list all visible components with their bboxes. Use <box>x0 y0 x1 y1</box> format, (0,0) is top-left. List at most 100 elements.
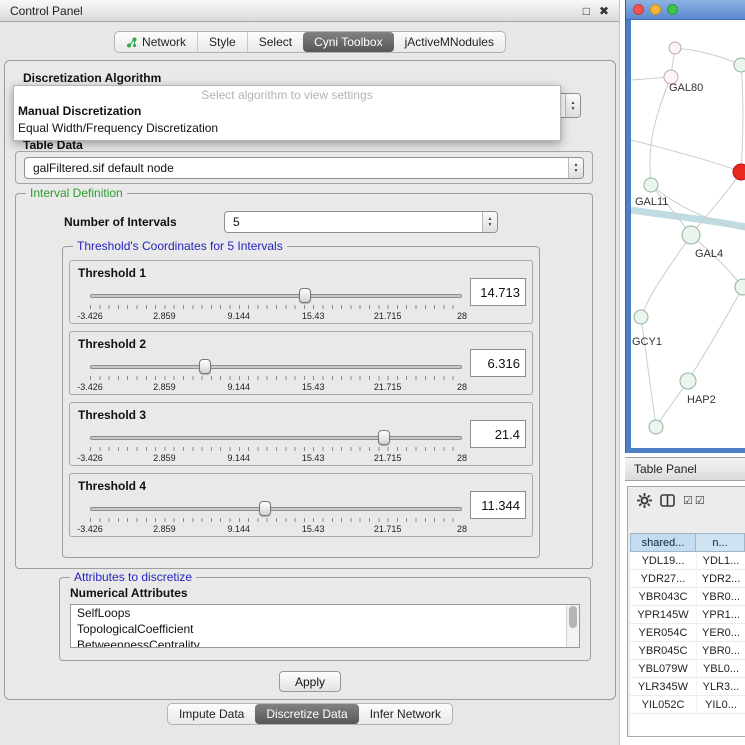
attributes-scrollbar[interactable] <box>566 605 579 647</box>
tab-label: Network <box>142 35 186 49</box>
stepper-icon: ▲ ▼ <box>482 212 497 232</box>
attribute-list-item[interactable]: SelfLoops <box>71 605 579 621</box>
tab-label: Discretize Data <box>266 707 347 721</box>
control-panel-titlebar[interactable]: Control Panel □ ✖ <box>0 0 619 22</box>
threshold-value-field[interactable]: 21.4 <box>470 420 526 448</box>
slider-tick-labels: -3.4262.8599.14415.4321.71528 <box>90 382 462 392</box>
network-tab-icon <box>126 37 137 48</box>
slider-tick-labels: -3.4262.8599.14415.4321.71528 <box>90 311 462 321</box>
table-row[interactable]: YBR043CYBR0... <box>630 588 745 606</box>
tab-discretize-data[interactable]: Discretize Data <box>255 704 358 724</box>
threshold-value-field[interactable]: 14.713 <box>470 278 526 306</box>
slider-track[interactable] <box>90 365 462 369</box>
network-canvas[interactable]: GAL80GAL11GAL4GCY1HAP2 <box>631 20 745 448</box>
num-intervals-select[interactable]: 5 ▲ ▼ <box>224 211 498 233</box>
select-checkboxes-icon[interactable]: ☑☑ <box>683 494 707 507</box>
tab-select[interactable]: Select <box>247 32 303 52</box>
slider-track[interactable] <box>90 294 462 298</box>
table-row[interactable]: YDL19...YDL1... <box>630 552 745 570</box>
dropdown-option[interactable]: Equal Width/Frequency Discretization <box>14 120 560 137</box>
slider-tick-labels: -3.4262.8599.14415.4321.71528 <box>90 453 462 463</box>
slider-tick-marks <box>90 305 462 309</box>
tick-label: 21.715 <box>374 524 402 534</box>
slider-track[interactable] <box>90 436 462 440</box>
tab-cyni-toolbox[interactable]: Cyni Toolbox <box>303 32 393 52</box>
tab-impute-data[interactable]: Impute Data <box>168 704 255 724</box>
node-label: GAL80 <box>669 82 703 94</box>
table-toolbar: ☑☑ <box>628 487 745 513</box>
stepper-down-icon: ▼ <box>571 106 576 112</box>
network-node <box>644 178 658 192</box>
close-window-icon[interactable]: ✖ <box>599 5 609 17</box>
tick-label: 15.43 <box>302 524 325 534</box>
tick-label: 2.859 <box>153 524 176 534</box>
tick-label: -3.426 <box>77 382 103 392</box>
table-row[interactable]: YBR045CYBR0... <box>630 642 745 660</box>
table-cell: YLR345W <box>630 678 696 695</box>
scrollbar-thumb[interactable] <box>569 606 577 628</box>
threshold-value-field[interactable]: 6.316 <box>470 349 526 377</box>
tick-label: 21.715 <box>374 453 402 463</box>
window-title: Control Panel <box>10 4 83 18</box>
apply-button[interactable]: Apply <box>279 671 341 692</box>
slider-track[interactable] <box>90 507 462 511</box>
table-panel-header[interactable]: Table Panel <box>625 457 745 481</box>
slider-thumb[interactable] <box>378 430 390 445</box>
threshold-value-field[interactable]: 11.344 <box>470 491 526 519</box>
tick-label: -3.426 <box>77 453 103 463</box>
tab-network[interactable]: Network <box>115 32 197 52</box>
table-row[interactable]: YPR145WYPR1... <box>630 606 745 624</box>
column-header[interactable]: shared... <box>630 533 696 552</box>
network-node <box>735 279 745 295</box>
float-window-icon[interactable]: □ <box>583 5 590 17</box>
stepper-icon: ▲ ▼ <box>565 94 580 117</box>
algorithm-group-title: Discretization Algorithm <box>23 71 161 85</box>
dropdown-placeholder: Select algorithm to view settings <box>14 86 560 103</box>
top-tab-bar: Network StyleSelectCyni ToolboxjActiveMNo… <box>114 31 506 53</box>
network-node <box>649 420 663 434</box>
table-body: YDL19...YDL1...YDR27...YDR2...YBR043CYBR… <box>630 552 745 736</box>
columns-icon[interactable] <box>660 494 675 507</box>
gear-icon[interactable] <box>637 493 652 508</box>
tab-style[interactable]: Style <box>197 32 247 52</box>
network-node <box>634 310 648 324</box>
slider-thumb[interactable] <box>199 359 211 374</box>
control-panel-window: Control Panel □ ✖ Network StyleSelectCyni… <box>0 0 620 745</box>
attribute-list-item[interactable]: TopologicalCoefficient <box>71 621 579 637</box>
table-row[interactable]: YER054CYER0... <box>630 624 745 642</box>
table-data-select[interactable]: galFiltered.sif default node ▲ ▼ <box>24 157 584 179</box>
attributes-list[interactable]: SelfLoopsTopologicalCoefficientBetweenne… <box>70 604 580 648</box>
dropdown-option[interactable]: Manual Discretization <box>14 103 560 120</box>
network-nodes[interactable] <box>634 42 745 434</box>
threshold-slider[interactable]: -3.4262.8599.14415.4321.71528 <box>90 285 462 323</box>
numerical-attributes-label: Numerical Attributes <box>70 586 188 600</box>
table-cell: YBL079W <box>630 660 696 677</box>
slider-thumb[interactable] <box>299 288 311 303</box>
table-row[interactable]: YDR27...YDR2... <box>630 570 745 588</box>
node-label: GCY1 <box>632 336 662 348</box>
table-row[interactable]: YBL079WYBL0... <box>630 660 745 678</box>
threshold-slider[interactable]: -3.4262.8599.14415.4321.71528 <box>90 498 462 536</box>
cyni-toolbox-panel: Discretization Algorithm ▲ ▼ Select algo… <box>4 60 616 700</box>
table-cell: YBR0... <box>696 642 745 659</box>
tick-label: 28 <box>457 453 467 463</box>
threshold-slider[interactable]: -3.4262.8599.14415.4321.71528 <box>90 356 462 394</box>
tab-infer-network[interactable]: Infer Network <box>359 704 452 724</box>
network-node <box>682 226 700 244</box>
zoom-traffic-light-icon[interactable] <box>667 4 678 15</box>
threshold-box: Threshold 2-3.4262.8599.14415.4321.71528… <box>69 331 533 395</box>
tick-label: 28 <box>457 524 467 534</box>
slider-thumb[interactable] <box>259 501 271 516</box>
node-label: GAL11 <box>635 196 668 208</box>
attribute-list-item[interactable]: BetweennessCentrality <box>71 637 579 648</box>
attributes-group-title: Attributes to discretize <box>70 570 196 584</box>
tab-jactivemnodules[interactable]: jActiveMNodules <box>394 32 505 52</box>
tick-label: 15.43 <box>302 382 325 392</box>
table-row[interactable]: YIL052CYIL0... <box>630 696 745 714</box>
table-row[interactable]: YLR345WYLR3... <box>630 678 745 696</box>
column-header[interactable]: n... <box>696 533 745 552</box>
network-window-titlebar[interactable] <box>626 0 745 20</box>
minimize-traffic-light-icon[interactable] <box>650 4 661 15</box>
threshold-slider[interactable]: -3.4262.8599.14415.4321.71528 <box>90 427 462 465</box>
close-traffic-light-icon[interactable] <box>633 4 644 15</box>
